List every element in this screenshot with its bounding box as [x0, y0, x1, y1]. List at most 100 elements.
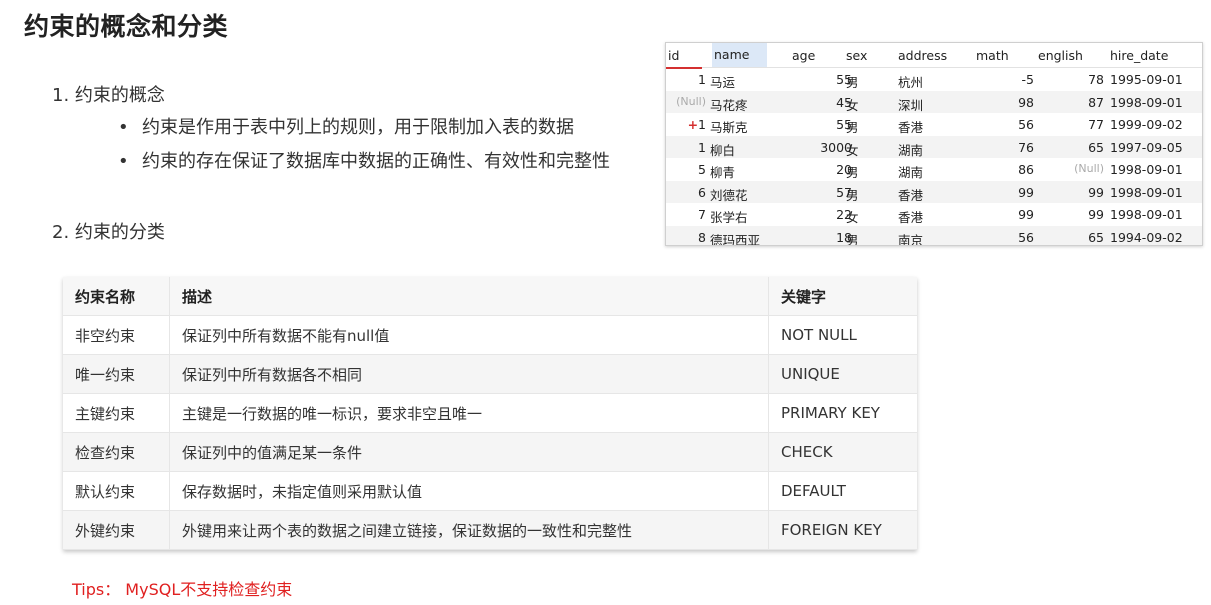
- page-title: 约束的概念和分类: [24, 12, 229, 41]
- db-cell-sex[interactable]: 女: [846, 95, 859, 114]
- cell-description: 保证列中的值满足某一条件: [169, 432, 769, 472]
- db-cell-age[interactable]: 45: [790, 95, 852, 110]
- db-cell-address[interactable]: 湖南: [898, 162, 923, 181]
- db-cell-address[interactable]: 深圳: [898, 95, 923, 114]
- db-row[interactable]: 1 马运 55 男 杭州 -5 78 1995-09-01: [666, 68, 1202, 91]
- db-cell-id-value: 1: [698, 117, 706, 132]
- db-cell-math[interactable]: 56: [976, 117, 1034, 132]
- db-cell-hire_date[interactable]: 1995-09-01: [1110, 72, 1183, 87]
- db-cell-id[interactable]: 6: [668, 185, 706, 200]
- cell-keyword: PRIMARY KEY: [768, 393, 917, 433]
- db-cell-english[interactable]: 65: [1036, 140, 1104, 155]
- db-header-math: math: [976, 48, 1009, 63]
- db-cell-address[interactable]: 湖南: [898, 140, 923, 159]
- db-row[interactable]: 5 柳青 20 男 湖南 86 (Null) 1998-09-01: [666, 158, 1202, 181]
- new-row-plus-icon: +: [687, 117, 699, 132]
- cell-description: 保证列中所有数据各不相同: [169, 354, 769, 394]
- db-header-id: id: [668, 48, 680, 63]
- cell-constraint-name: 检查约束: [63, 432, 170, 472]
- db-cell-name[interactable]: 马运: [710, 72, 735, 91]
- db-cell-address[interactable]: 香港: [898, 185, 923, 204]
- db-cell-age[interactable]: 55: [790, 117, 852, 132]
- db-cell-name[interactable]: 柳青: [710, 162, 735, 181]
- db-cell-math[interactable]: 56: [976, 230, 1034, 245]
- bullet-dot: •: [118, 151, 129, 172]
- db-cell-id[interactable]: 8: [668, 230, 706, 245]
- db-cell-name[interactable]: 德玛西亚: [710, 230, 760, 246]
- db-header-age: age: [792, 48, 816, 63]
- section-heading-classification: 2. 约束的分类: [52, 222, 165, 243]
- db-cell-id[interactable]: 1: [668, 140, 706, 155]
- db-cell-math[interactable]: 99: [976, 207, 1034, 222]
- table-row: 主键约束 主键是一行数据的唯一标识，要求非空且唯一 PRIMARY KEY: [63, 393, 917, 433]
- db-cell-english[interactable]: 99: [1036, 185, 1104, 200]
- db-cell-age[interactable]: 22: [790, 207, 852, 222]
- concept-bullet-list: • 约束是作用于表中列上的规则，用于限制加入表的数据 • 约束的存在保证了数据库中数…: [118, 116, 610, 184]
- header-description: 描述: [169, 277, 769, 316]
- db-cell-address[interactable]: 南京: [898, 230, 923, 246]
- db-cell-math[interactable]: 99: [976, 185, 1034, 200]
- bullet-item: • 约束的存在保证了数据库中数据的正确性、有效性和完整性: [118, 150, 610, 184]
- table-row: 唯一约束 保证列中所有数据各不相同 UNIQUE: [63, 354, 917, 394]
- db-cell-age[interactable]: 3000: [790, 140, 852, 155]
- db-row[interactable]: +1 马斯克 55 男 香港 56 77 1999-09-02: [666, 113, 1202, 136]
- db-cell-name[interactable]: 马斯克: [710, 117, 748, 136]
- db-cell-english[interactable]: 99: [1036, 207, 1104, 222]
- db-cell-name[interactable]: 刘德花: [710, 185, 748, 204]
- db-cell-math[interactable]: 86: [976, 162, 1034, 177]
- db-cell-english[interactable]: 77: [1036, 117, 1104, 132]
- db-cell-address[interactable]: 杭州: [898, 72, 923, 91]
- db-cell-english[interactable]: (Null): [1036, 162, 1104, 175]
- db-cell-english[interactable]: 78: [1036, 72, 1104, 87]
- cell-keyword: FOREIGN KEY: [768, 510, 917, 550]
- db-cell-english[interactable]: 87: [1036, 95, 1104, 110]
- db-row[interactable]: 1 柳白 3000 女 湖南 76 65 1997-09-05: [666, 135, 1202, 159]
- db-cell-hire_date[interactable]: 1997-09-05: [1110, 140, 1183, 155]
- db-cell-sex[interactable]: 男: [846, 230, 859, 246]
- db-cell-sex[interactable]: 男: [846, 162, 859, 181]
- db-cell-id[interactable]: 7: [668, 207, 706, 222]
- db-cell-hire_date[interactable]: 1998-09-01: [1110, 95, 1183, 110]
- cell-keyword: CHECK: [768, 432, 917, 472]
- db-cell-sex[interactable]: 男: [846, 72, 859, 91]
- tips-note: Tips： MySQL不支持检查约束: [72, 580, 293, 599]
- db-cell-age[interactable]: 18: [790, 230, 852, 245]
- db-row[interactable]: 6 刘德花 57 男 香港 99 99 1998-09-01: [666, 180, 1202, 204]
- db-cell-english[interactable]: 65: [1036, 230, 1104, 245]
- db-cell-math[interactable]: 98: [976, 95, 1034, 110]
- db-cell-age[interactable]: 20: [790, 162, 852, 177]
- db-cell-name[interactable]: 张学右: [710, 207, 748, 226]
- db-cell-math[interactable]: -5: [976, 72, 1034, 87]
- cell-description: 保证列中所有数据不能有null值: [169, 315, 769, 355]
- db-cell-address[interactable]: 香港: [898, 207, 923, 226]
- bullet-text: 约束是作用于表中列上的规则，用于限制加入表的数据: [142, 117, 574, 138]
- db-cell-hire_date[interactable]: 1998-09-01: [1110, 185, 1183, 200]
- header-constraint-name: 约束名称: [63, 277, 170, 316]
- db-cell-sex[interactable]: 男: [846, 117, 859, 136]
- db-cell-age[interactable]: 55: [790, 72, 852, 87]
- db-row[interactable]: (Null) 马花疼 45 女 深圳 98 87 1998-09-01: [666, 90, 1202, 114]
- db-cell-hire_date[interactable]: 1999-09-02: [1110, 117, 1183, 132]
- db-cell-name[interactable]: 马花疼: [710, 95, 748, 114]
- db-cell-sex[interactable]: 男: [846, 185, 859, 204]
- db-cell-sex[interactable]: 女: [846, 207, 859, 226]
- db-cell-id[interactable]: 1: [668, 72, 706, 87]
- db-row[interactable]: 8 德玛西亚 18 男 南京 56 65 1994-09-02: [666, 225, 1202, 246]
- db-cell-hire_date[interactable]: 1998-09-01: [1110, 162, 1183, 177]
- db-cell-address[interactable]: 香港: [898, 117, 923, 136]
- bullet-dot: •: [118, 117, 129, 138]
- db-cell-name[interactable]: 柳白: [710, 140, 735, 159]
- db-cell-id[interactable]: (Null): [668, 95, 706, 108]
- db-row[interactable]: 7 张学右 22 女 香港 99 99 1998-09-01: [666, 203, 1202, 226]
- db-cell-hire_date[interactable]: 1998-09-01: [1110, 207, 1183, 222]
- db-cell-math[interactable]: 76: [976, 140, 1034, 155]
- cell-description: 主键是一行数据的唯一标识，要求非空且唯一: [169, 393, 769, 433]
- cell-constraint-name: 非空约束: [63, 315, 170, 355]
- cell-constraint-name: 默认约束: [63, 471, 170, 511]
- db-cell-age[interactable]: 57: [790, 185, 852, 200]
- db-cell-id[interactable]: 5: [668, 162, 706, 177]
- db-cell-hire_date[interactable]: 1994-09-02: [1110, 230, 1183, 245]
- db-cell-id[interactable]: +1: [668, 117, 706, 132]
- db-cell-sex[interactable]: 女: [846, 140, 859, 159]
- cell-constraint-name: 主键约束: [63, 393, 170, 433]
